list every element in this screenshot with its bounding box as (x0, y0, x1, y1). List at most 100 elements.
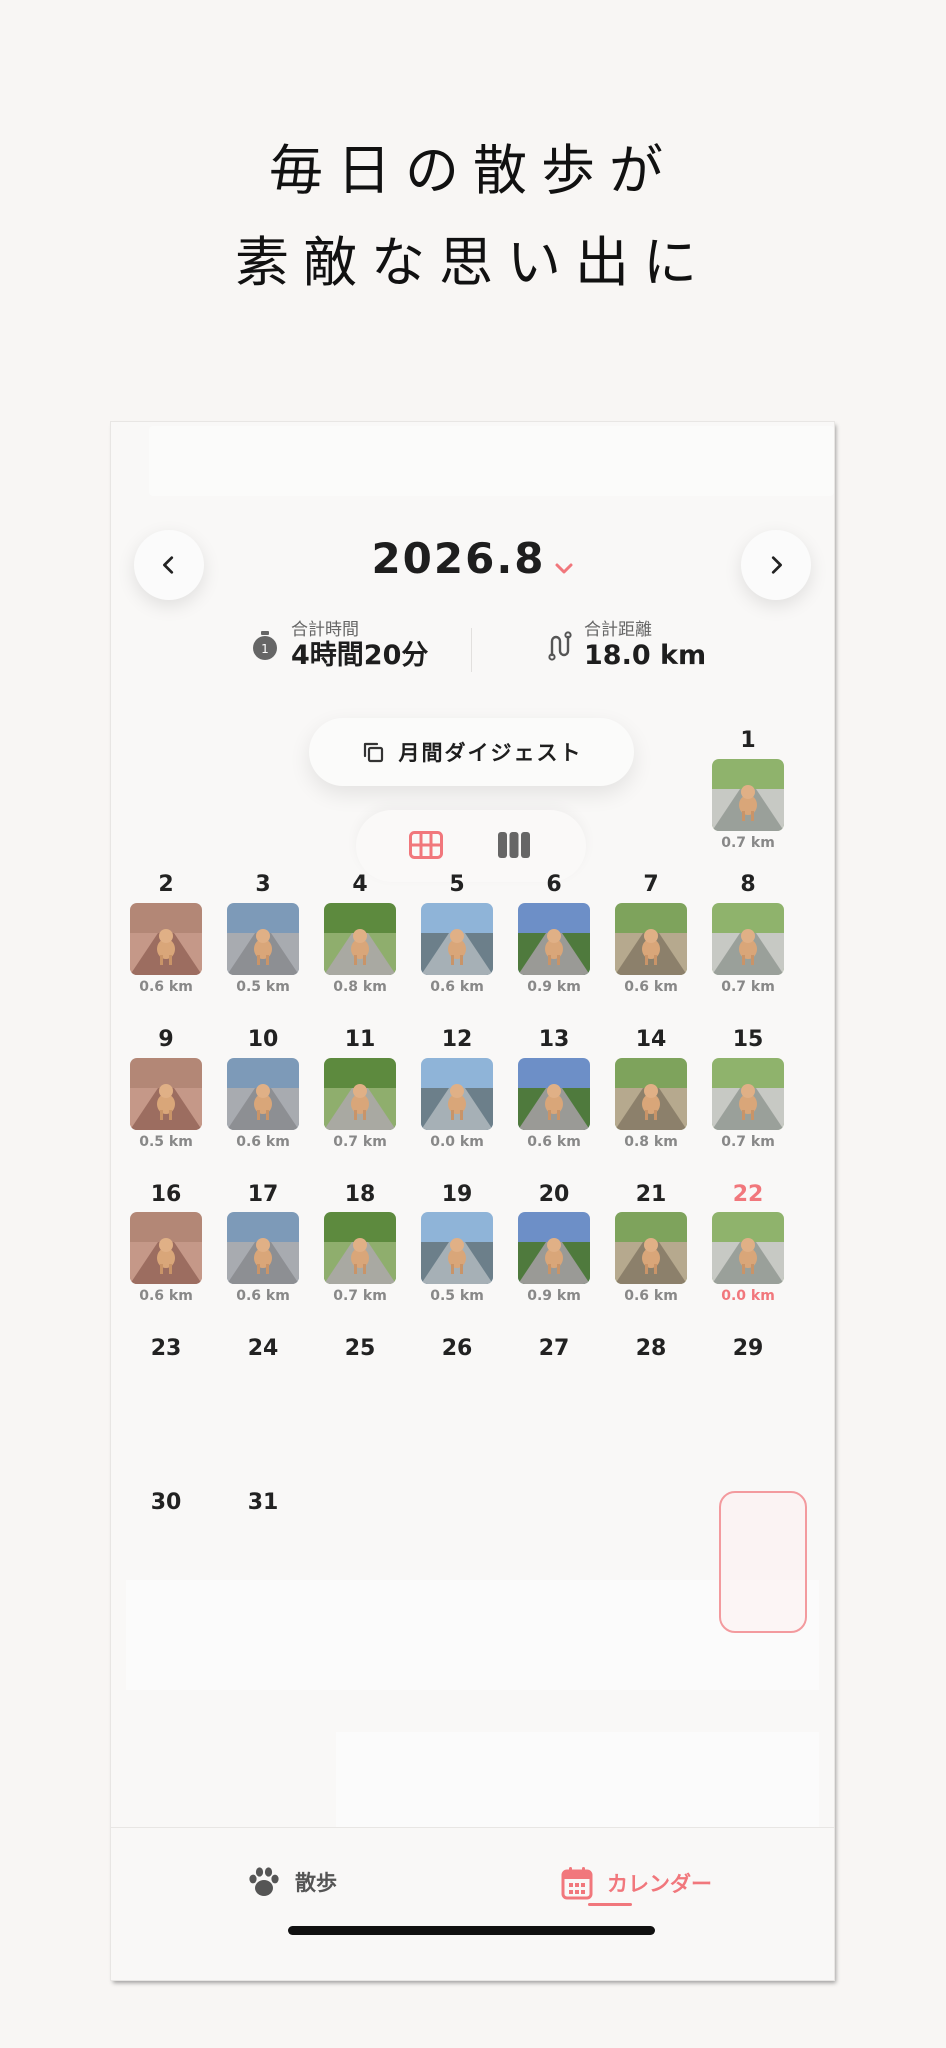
walk-photo-thumbnail[interactable] (518, 1212, 590, 1284)
day-number: 4 (352, 872, 368, 897)
walk-distance: 0.6 km (139, 979, 193, 995)
day-number: 25 (344, 1336, 376, 1361)
walk-distance: 0.0 km (721, 1288, 775, 1304)
stopwatch-icon: 1 (253, 631, 277, 660)
total-distance-label: 合計距離 (584, 620, 652, 640)
walk-photo-thumbnail[interactable] (324, 1212, 396, 1284)
column-view-icon[interactable] (497, 831, 531, 863)
tab-walk[interactable]: 散歩 (247, 1866, 337, 1898)
svg-text:1: 1 (261, 642, 269, 656)
walk-photo-thumbnail[interactable] (421, 903, 493, 975)
walk-photo-thumbnail[interactable] (518, 903, 590, 975)
empty-week-row (336, 1732, 819, 1842)
walk-photo-thumbnail[interactable] (615, 1058, 687, 1130)
calendar-icon (561, 1867, 593, 1900)
day-number: 21 (635, 1182, 667, 1207)
paw-icon (249, 1867, 279, 1896)
day-number: 9 (158, 1027, 174, 1052)
tab-bar: 散歩 カレンダー (111, 1827, 834, 1980)
walk-photo-thumbnail[interactable] (615, 903, 687, 975)
walk-distance: 0.9 km (527, 979, 581, 995)
walk-photo-thumbnail[interactable] (712, 1058, 784, 1130)
walk-distance: 0.5 km (430, 1288, 484, 1304)
walk-photo-thumbnail[interactable] (712, 903, 784, 975)
empty-week-row (126, 1580, 819, 1690)
walk-photo-thumbnail[interactable] (324, 1058, 396, 1130)
day-number: 2 (158, 872, 174, 897)
walk-photo-thumbnail[interactable] (615, 1212, 687, 1284)
tab-calendar[interactable]: カレンダー (561, 1866, 712, 1900)
chevron-down-icon (554, 537, 574, 586)
month-selector[interactable]: 2026.8 (111, 534, 834, 586)
day-number: 11 (344, 1027, 376, 1052)
day-number: 27 (538, 1336, 570, 1361)
ad-banner (149, 426, 834, 496)
route-icon (548, 631, 572, 661)
digest-label: 月間ダイジェスト (398, 741, 583, 765)
walk-photo-thumbnail[interactable] (227, 1212, 299, 1284)
grid-view-icon[interactable] (409, 831, 443, 863)
day-number: 8 (740, 872, 756, 897)
day-number: 5 (449, 872, 465, 897)
walk-photo-thumbnail[interactable] (518, 1058, 590, 1130)
walk-photo-thumbnail[interactable] (227, 1058, 299, 1130)
total-distance-stat: 合計距離 18.0 km (546, 620, 706, 672)
walk-photo-thumbnail[interactable] (712, 1212, 784, 1284)
walk-distance: 0.5 km (139, 1134, 193, 1150)
day-number: 28 (635, 1336, 667, 1361)
day-number: 6 (546, 872, 562, 897)
walk-photo-thumbnail[interactable] (421, 1058, 493, 1130)
walk-distance: 0.7 km (721, 979, 775, 995)
day-number: 17 (247, 1182, 279, 1207)
day-number: 12 (441, 1027, 473, 1052)
day-number: 26 (441, 1336, 473, 1361)
day-number: 31 (247, 1490, 279, 1515)
headline-line2: 素敵な思い出に (235, 231, 711, 294)
walk-distance: 0.7 km (333, 1134, 387, 1150)
total-time-label: 合計時間 (291, 620, 359, 640)
day-number: 18 (344, 1182, 376, 1207)
walk-photo-thumbnail[interactable] (130, 1212, 202, 1284)
walk-distance: 0.0 km (430, 1134, 484, 1150)
walk-distance: 0.7 km (721, 835, 775, 851)
total-time-value: 4時間20分 (291, 640, 429, 671)
walk-photo-thumbnail[interactable] (130, 903, 202, 975)
day-number: 1 (740, 728, 756, 753)
day-number: 20 (538, 1182, 570, 1207)
walk-distance: 0.7 km (333, 1288, 387, 1304)
walk-distance: 0.6 km (624, 1288, 678, 1304)
tab-calendar-label: カレンダー (607, 1872, 712, 1896)
walk-distance: 0.6 km (139, 1288, 193, 1304)
walk-photo-thumbnail[interactable] (130, 1058, 202, 1130)
walk-distance: 0.5 km (236, 979, 290, 995)
day-number: 24 (247, 1336, 279, 1361)
walk-distance: 0.6 km (430, 979, 484, 995)
walk-photo-thumbnail[interactable] (324, 903, 396, 975)
home-indicator (288, 1926, 655, 1935)
walk-distance: 0.6 km (236, 1288, 290, 1304)
app-screen: 2026.8 1 合計時間 4時間20分 合計距離 18.0 km 月間ダイジェ… (111, 422, 834, 1980)
day-number: 3 (255, 872, 271, 897)
day-number: 23 (150, 1336, 182, 1361)
walk-distance: 0.6 km (624, 979, 678, 995)
stats-divider (471, 628, 472, 672)
total-time-stat: 1 合計時間 4時間20分 (251, 620, 428, 672)
month-title: 2026.8 (371, 534, 546, 583)
walk-photo-thumbnail[interactable] (227, 903, 299, 975)
monthly-stats: 1 合計時間 4時間20分 合計距離 18.0 km (111, 620, 834, 680)
total-distance-value: 18.0 km (584, 640, 707, 671)
walk-distance: 0.8 km (333, 979, 387, 995)
day-number: 10 (247, 1027, 279, 1052)
day-number: 14 (635, 1027, 667, 1052)
walk-photo-thumbnail[interactable] (712, 759, 784, 831)
day-number: 15 (732, 1027, 764, 1052)
day-number: 30 (150, 1490, 182, 1515)
day-number: 22 (732, 1182, 764, 1207)
walk-distance: 0.9 km (527, 1288, 581, 1304)
headline-line1: 毎日の散歩が (269, 139, 677, 202)
walk-distance: 0.7 km (721, 1134, 775, 1150)
tab-walk-label: 散歩 (295, 1871, 337, 1895)
walk-photo-thumbnail[interactable] (421, 1212, 493, 1284)
monthly-digest-button[interactable]: 月間ダイジェスト (309, 718, 634, 786)
day-number: 29 (732, 1336, 764, 1361)
